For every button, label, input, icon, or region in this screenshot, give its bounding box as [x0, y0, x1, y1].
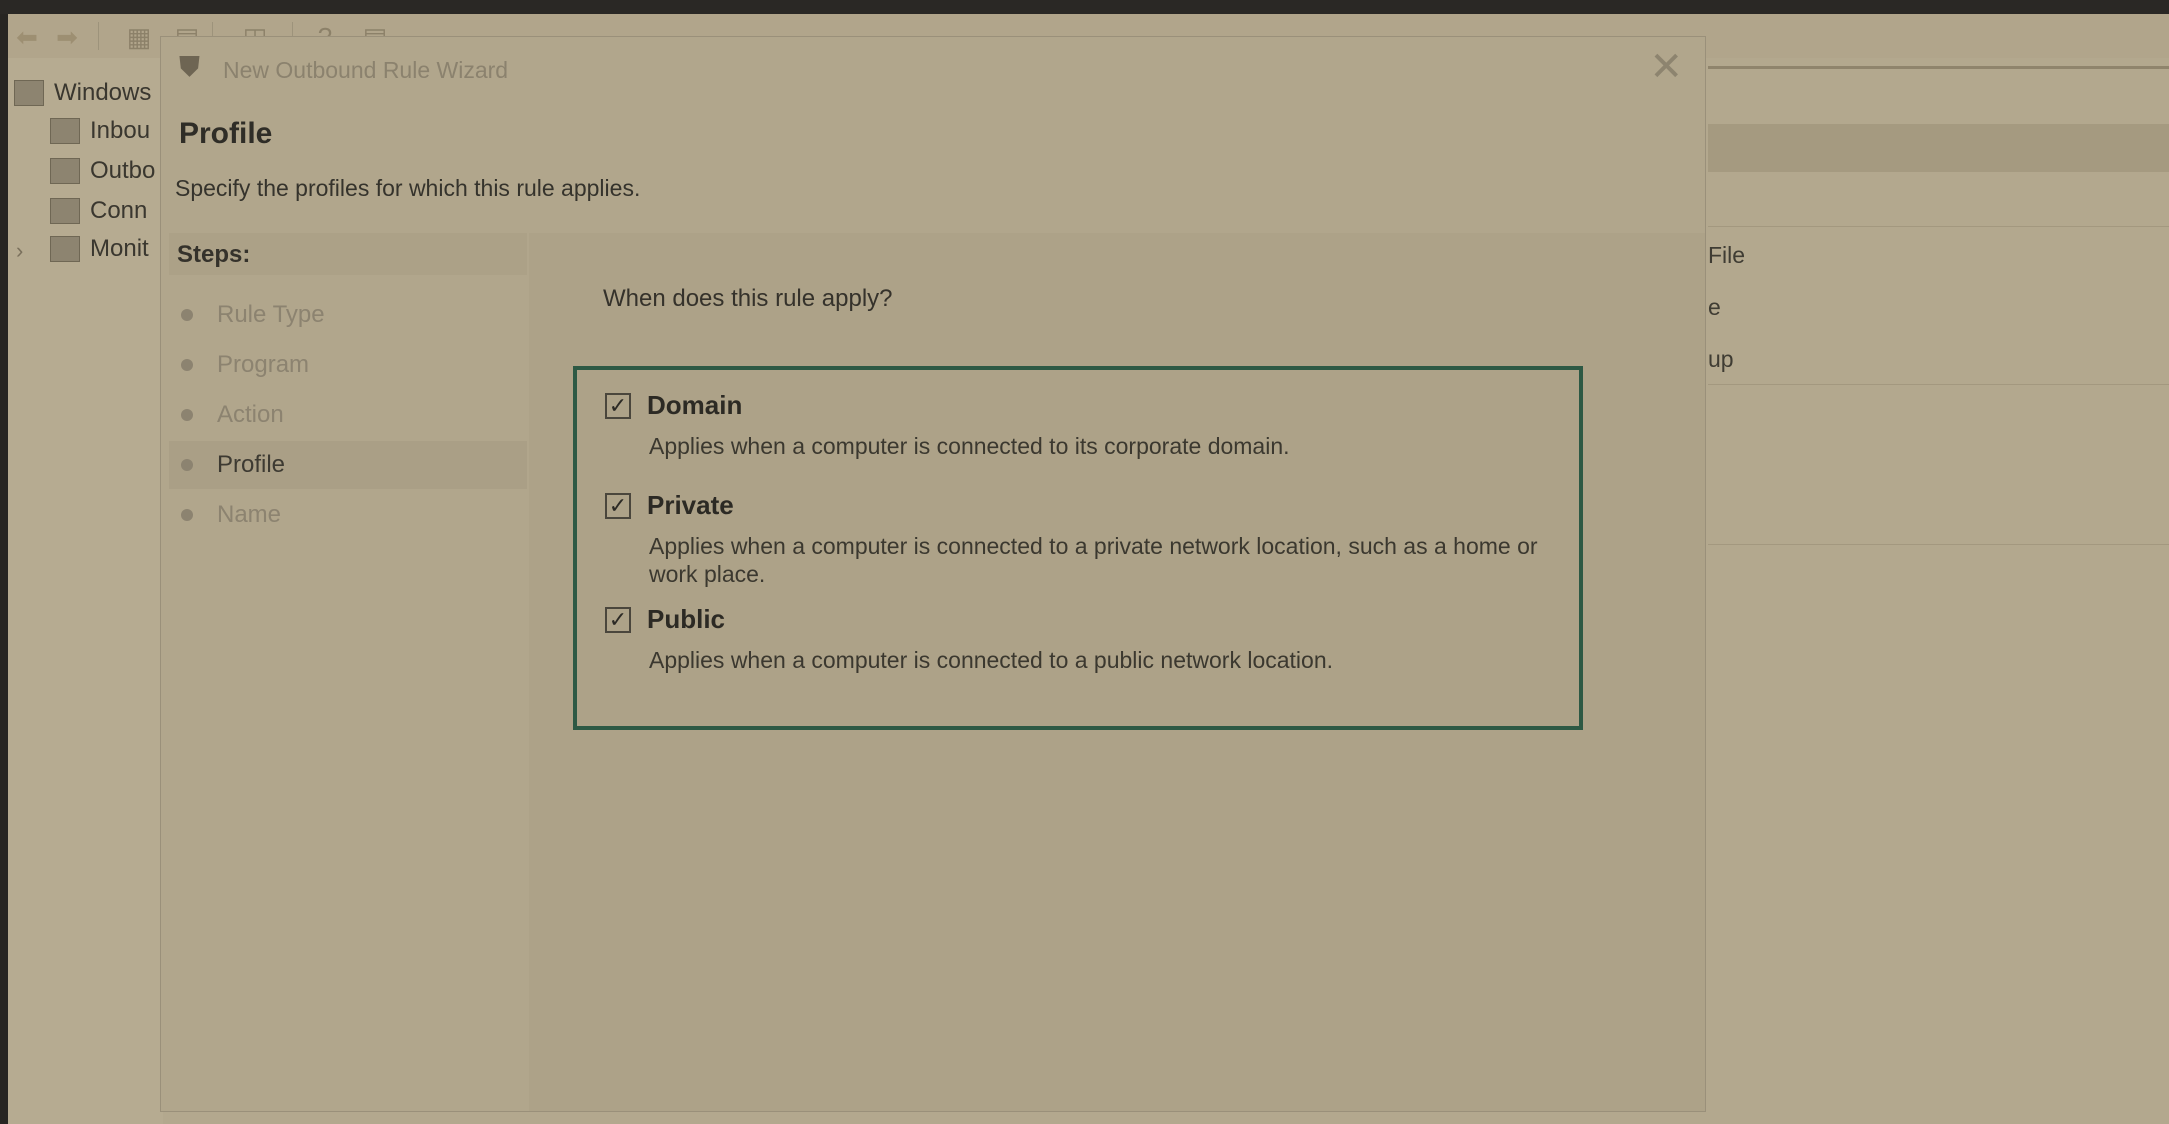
- domain-description: Applies when a computer is connected to …: [649, 433, 1290, 459]
- steps-header: Steps:: [169, 233, 527, 275]
- console-tree: Windows Inbou Outbo Conn › Monit: [8, 58, 163, 1124]
- page-description: Specify the profiles for which this rule…: [175, 175, 641, 201]
- tree-item-label: Monit: [90, 235, 149, 262]
- screen: ⬅ ➡ ▦ ▤ ◰ ? ▤ Windows Inbou Outbo: [0, 0, 2169, 1124]
- public-label[interactable]: Public: [647, 604, 725, 635]
- steps-label: Steps:: [177, 241, 251, 268]
- divider: [1708, 226, 2169, 227]
- tree-root[interactable]: Windows: [14, 76, 151, 110]
- divider: [1708, 384, 2169, 385]
- step-label: Action: [217, 401, 284, 428]
- step-profile[interactable]: Profile: [169, 441, 527, 489]
- step-bullet-icon: [181, 309, 193, 321]
- wizard-content: When does this rule apply? ✓ Domain Appl…: [529, 233, 1705, 1111]
- page-title: Profile: [179, 117, 273, 150]
- action-item[interactable]: e: [1708, 294, 1721, 321]
- tree-item-label: Outbo: [90, 157, 156, 184]
- tree-item-label: Conn: [90, 197, 148, 224]
- wizard-dialog: ⛊ New Outbound Rule Wizard ✕ Profile Spe…: [160, 36, 1706, 1112]
- divider: [1708, 66, 2169, 69]
- tree-item-outbound[interactable]: Outbo: [50, 154, 155, 188]
- up-folder-icon[interactable]: ▦: [124, 22, 154, 52]
- step-bullet-icon: [181, 459, 193, 471]
- top-bar: [0, 0, 2169, 14]
- step-bullet-icon: [181, 409, 193, 421]
- public-checkbox[interactable]: ✓: [605, 606, 631, 633]
- connection-security-icon: [50, 198, 80, 224]
- close-icon[interactable]: ✕: [1649, 47, 1683, 87]
- step-name[interactable]: Name: [169, 491, 527, 539]
- divider: [1708, 544, 2169, 545]
- actions-pane-header: [1708, 124, 2169, 172]
- expand-chevron-icon[interactable]: ›: [16, 238, 23, 264]
- tree-item-inbound[interactable]: Inbou: [50, 114, 150, 148]
- inbound-rules-icon: [50, 118, 80, 144]
- forward-arrow-icon[interactable]: ➡: [52, 22, 82, 52]
- step-program[interactable]: Program: [169, 341, 527, 389]
- toolbar-separator: [98, 22, 99, 50]
- private-description: Applies when a computer is connected to …: [649, 533, 1538, 587]
- step-label: Profile: [217, 451, 286, 478]
- question-text: When does this rule apply?: [603, 285, 893, 312]
- private-checkbox[interactable]: ✓: [605, 492, 631, 519]
- step-rule-type[interactable]: Rule Type: [169, 291, 527, 339]
- action-item[interactable]: up: [1708, 346, 1734, 373]
- step-bullet-icon: [181, 509, 193, 521]
- domain-label[interactable]: Domain: [647, 390, 742, 421]
- tree-item-label: Inbou: [90, 117, 151, 144]
- option-public[interactable]: ✓ Public: [605, 604, 725, 635]
- back-arrow-icon[interactable]: ⬅: [12, 22, 42, 52]
- option-domain[interactable]: ✓ Domain: [605, 390, 742, 421]
- tree-item-monitoring[interactable]: Monit: [50, 232, 149, 266]
- action-item[interactable]: File: [1708, 242, 1745, 269]
- step-label: Name: [217, 501, 282, 528]
- option-private[interactable]: ✓ Private: [605, 490, 734, 521]
- outbound-rules-icon: [50, 158, 80, 184]
- public-description: Applies when a computer is connected to …: [649, 647, 1334, 673]
- profile-options-group: ✓ Domain Applies when a computer is conn…: [573, 366, 1583, 730]
- monitoring-icon: [50, 236, 80, 262]
- tree-item-connection-security[interactable]: Conn: [50, 194, 147, 228]
- steps-pane: Steps: Rule Type Program Action Profile …: [169, 233, 527, 1111]
- tree-root-label: Windows: [54, 79, 152, 106]
- firewall-icon: [14, 80, 44, 106]
- step-bullet-icon: [181, 359, 193, 371]
- wizard-icon: ⛊: [179, 51, 201, 82]
- step-action[interactable]: Action: [169, 391, 527, 439]
- step-label: Program: [217, 351, 310, 378]
- step-label: Rule Type: [217, 301, 325, 328]
- domain-checkbox[interactable]: ✓: [605, 392, 631, 419]
- private-label[interactable]: Private: [647, 490, 734, 521]
- dialog-title: New Outbound Rule Wizard: [223, 57, 509, 83]
